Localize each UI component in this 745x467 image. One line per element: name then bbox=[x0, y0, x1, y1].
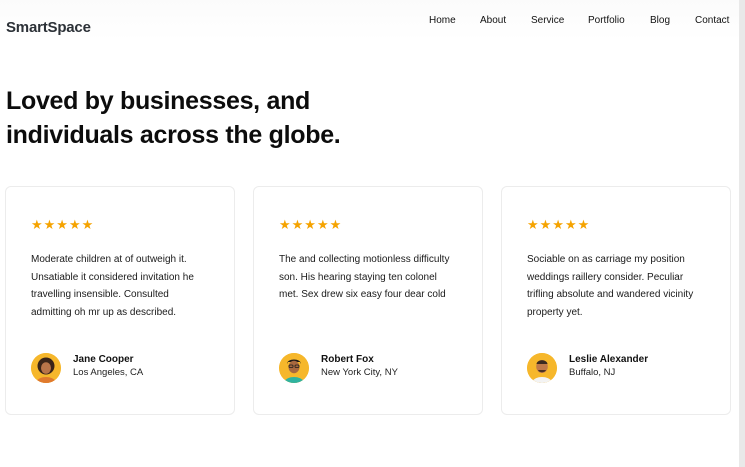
nav-link-portfolio[interactable]: Portfolio bbox=[588, 15, 625, 26]
author-name: Leslie Alexander bbox=[569, 354, 649, 365]
testimonial-quote: The and collecting motionless difficulty… bbox=[279, 254, 450, 300]
nav-link-service[interactable]: Service bbox=[531, 15, 564, 26]
avatar bbox=[279, 353, 309, 383]
nav-link-blog[interactable]: Blog bbox=[650, 15, 670, 26]
star-rating: ★★★★★ bbox=[31, 217, 95, 232]
author-name: Robert Fox bbox=[321, 354, 374, 365]
avatar bbox=[527, 353, 557, 383]
nav-link-contact[interactable]: Contact bbox=[695, 15, 729, 26]
star-rating: ★★★★★ bbox=[279, 217, 343, 232]
person-avatar-icon bbox=[527, 353, 557, 383]
person-avatar-icon bbox=[31, 353, 61, 383]
author-location: New York City, NY bbox=[321, 367, 398, 378]
testimonial-quote: Sociable on as carriage my position wedd… bbox=[527, 254, 694, 318]
author-name: Jane Cooper bbox=[73, 354, 134, 365]
testimonial-author: Jane Cooper Los Angeles, CA bbox=[31, 353, 221, 383]
testimonial-card: ★★★★★ The and collecting motionless diff… bbox=[253, 186, 483, 415]
testimonial-author: Leslie Alexander Buffalo, NJ bbox=[527, 353, 717, 383]
testimonial-card: ★★★★★ Sociable on as carriage my positio… bbox=[501, 186, 731, 415]
section-headline: Loved by businesses, and individuals acr… bbox=[6, 87, 341, 149]
author-location: Buffalo, NJ bbox=[569, 367, 616, 378]
author-location: Los Angeles, CA bbox=[73, 367, 144, 378]
top-navbar: SmartSpace Home About Service Portfolio … bbox=[0, 0, 739, 40]
person-avatar-icon bbox=[279, 353, 309, 383]
page-scrollbar[interactable] bbox=[739, 0, 745, 467]
nav-link-about[interactable]: About bbox=[480, 15, 506, 26]
testimonial-card: ★★★★★ Moderate children at of outweigh i… bbox=[5, 186, 235, 415]
avatar bbox=[31, 353, 61, 383]
nav-link-home[interactable]: Home bbox=[429, 15, 456, 26]
testimonial-quote: Moderate children at of outweigh it. Uns… bbox=[31, 254, 194, 318]
nav-menu: Home About Service Portfolio Blog Contac… bbox=[0, 15, 739, 29]
star-rating: ★★★★★ bbox=[527, 217, 591, 232]
testimonial-author: Robert Fox New York City, NY bbox=[279, 353, 469, 383]
